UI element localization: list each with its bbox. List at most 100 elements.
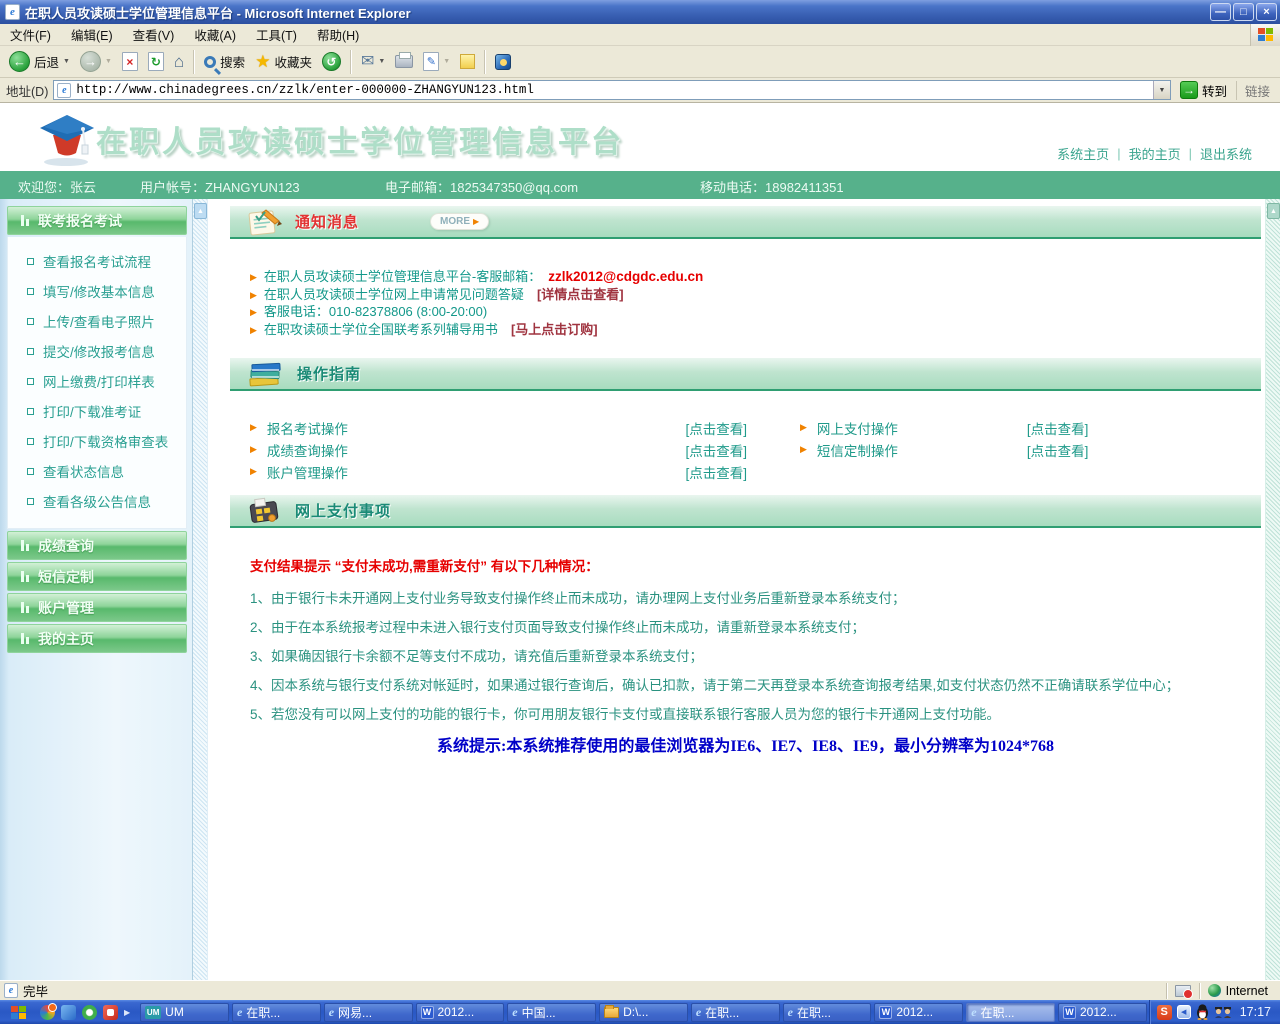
stop-button[interactable]: × — [117, 48, 143, 76]
sidebar-collapse-strip[interactable]: ▲ — [193, 199, 208, 980]
sidebar-item-pay-print[interactable]: 网上缴费/打印样表 — [8, 366, 186, 396]
sidebar-item-exam-process[interactable]: 查看报名考试流程 — [8, 246, 186, 276]
qq-penguin-icon[interactable] — [1196, 1004, 1209, 1020]
address-dropdown-button[interactable]: ▼ — [1153, 81, 1170, 99]
task-word-1[interactable]: W2012... — [416, 1003, 505, 1022]
sidebar-item-label: 打印/下载资格审查表 — [43, 431, 168, 451]
menu-favorites[interactable]: 收藏(A) — [184, 25, 246, 44]
menu-view[interactable]: 查看(V) — [123, 25, 185, 44]
task-ie-4[interactable]: e在职... — [691, 1003, 780, 1022]
discuss-button[interactable] — [455, 48, 480, 76]
square-bullet-icon — [27, 348, 34, 355]
nav-system-home[interactable]: 系统主页 — [1057, 144, 1109, 163]
messenger-button[interactable] — [490, 48, 516, 76]
menu-file[interactable]: 文件(F) — [0, 25, 61, 44]
ie-glyph: e — [9, 985, 13, 996]
ie-icon: e — [788, 1005, 793, 1020]
task-ie-3[interactable]: e中国... — [507, 1003, 596, 1022]
sidebar-section-account[interactable]: 账户管理 — [7, 593, 187, 622]
collapse-right-button[interactable]: ▲ — [1267, 203, 1280, 219]
guide-view-link[interactable]: [点击查看] — [685, 462, 775, 482]
address-input[interactable]: e http://www.chinadegrees.cn/zzlk/enter-… — [53, 80, 1171, 100]
guide-view-link[interactable]: [点击查看] — [685, 418, 775, 438]
browser-swirl-icon[interactable] — [40, 1005, 55, 1020]
ie-icon: e — [512, 1005, 517, 1020]
history-button[interactable]: ↺ — [317, 48, 346, 76]
sidebar-item-admission-ticket[interactable]: 打印/下载准考证 — [8, 396, 186, 426]
ie-window: e 在职人员攻读硕士学位管理信息平台 - Microsoft Internet … — [0, 0, 1280, 1024]
task-folder[interactable]: D:\... — [599, 1003, 688, 1022]
word-icon: W — [1063, 1006, 1076, 1019]
nav-my-home[interactable]: 我的主页 — [1129, 144, 1181, 163]
task-word-3[interactable]: W2012... — [1058, 1003, 1147, 1022]
go-button[interactable]: → 转到 — [1176, 81, 1231, 100]
forward-button[interactable]: → ▼ — [75, 48, 117, 76]
quick-expand-icon[interactable]: ▶ — [124, 1008, 130, 1017]
sidebar-section-scores[interactable]: 成绩查询 — [7, 531, 187, 560]
back-caret-icon[interactable]: ▼ — [63, 58, 70, 65]
sidebar-section-label: 短信定制 — [38, 567, 94, 587]
guide-view-link[interactable]: [点击查看] — [685, 440, 775, 460]
print-button[interactable] — [390, 48, 418, 76]
nav-logout[interactable]: 退出系统 — [1200, 144, 1252, 163]
section-bars-icon — [21, 540, 29, 551]
close-button[interactable]: × — [1256, 3, 1277, 21]
graduates-icon[interactable] — [1214, 1005, 1232, 1020]
sidebar-section-my-home[interactable]: 我的主页 — [7, 624, 187, 653]
media-player-icon[interactable] — [103, 1005, 118, 1020]
user-info-bar: 欢迎您：张云 用户帐号：ZHANGYUN123 电子邮箱：1825347350@… — [0, 171, 1280, 199]
menu-edit[interactable]: 编辑(E) — [61, 25, 123, 44]
sidebar-item-apply-info[interactable]: 提交/修改报考信息 — [8, 336, 186, 366]
sidebar-item-qualification-form[interactable]: 打印/下载资格审查表 — [8, 426, 186, 456]
back-button[interactable]: ← 后退 ▼ — [4, 48, 75, 76]
task-ie-active[interactable]: e在职... — [966, 1003, 1055, 1022]
content-collapse-strip[interactable]: ▲ — [1265, 199, 1280, 980]
sidebar-item-photo[interactable]: 上传/查看电子照片 — [8, 306, 186, 336]
quick-launch: ▶ — [36, 1005, 138, 1020]
task-um[interactable]: UMUM — [140, 1003, 229, 1022]
sidebar-item-label: 提交/修改报考信息 — [43, 341, 155, 361]
triangle-bullet-icon: ▶ — [250, 269, 257, 286]
favorites-button[interactable]: ★ 收藏夹 — [250, 48, 317, 76]
task-word-2[interactable]: W2012... — [874, 1003, 963, 1022]
ie-quick-icon[interactable] — [61, 1005, 76, 1020]
guide-view-link[interactable]: [点击查看] — [1027, 418, 1089, 438]
links-label[interactable]: 链接 — [1236, 81, 1276, 100]
books-icon — [246, 360, 284, 388]
restore-button[interactable]: □ — [1233, 3, 1254, 21]
green-ring-icon[interactable] — [82, 1005, 97, 1020]
sidebar-item-status-info[interactable]: 查看状态信息 — [8, 456, 186, 486]
menu-tools[interactable]: 工具(T) — [246, 25, 307, 44]
menu-help[interactable]: 帮助(H) — [307, 25, 369, 44]
edit-glyph: ✎ — [427, 55, 436, 68]
square-bullet-icon — [27, 438, 34, 445]
messenger-icon — [495, 54, 511, 70]
book-order-link[interactable]: [马上点击订购] — [511, 322, 598, 339]
refresh-button[interactable]: ↻ — [143, 48, 169, 76]
sogou-input-icon[interactable]: S — [1157, 1005, 1172, 1020]
task-ie-2[interactable]: e网易... — [324, 1003, 413, 1022]
mail-button[interactable]: ✉ ▼ — [356, 48, 390, 76]
history-icon: ↺ — [322, 52, 341, 71]
search-button[interactable]: 搜索 — [199, 48, 250, 76]
flag-cell — [11, 1006, 18, 1012]
faq-detail-link[interactable]: [详情点击查看] — [537, 287, 624, 304]
sidebar-item-announcements[interactable]: 查看各级公告信息 — [8, 486, 186, 516]
tray-chevron-icon[interactable]: ◀ — [1177, 1005, 1191, 1019]
more-button[interactable]: MORE ▶ — [430, 213, 489, 230]
edit-button[interactable]: ✎ ▼ — [418, 48, 455, 76]
triangle-bullet-icon: ▶ — [250, 287, 257, 304]
mail-caret-icon[interactable]: ▼ — [378, 58, 385, 65]
flag-cell — [19, 1006, 26, 1012]
email-text: 电子邮箱：1825347350@qq.com — [385, 177, 578, 196]
task-ie-1[interactable]: e在职... — [232, 1003, 321, 1022]
sidebar-section-exam[interactable]: 联考报名考试 — [7, 206, 187, 235]
task-ie-5[interactable]: e在职... — [783, 1003, 872, 1022]
minimize-button[interactable]: — — [1210, 3, 1231, 21]
sidebar-section-sms[interactable]: 短信定制 — [7, 562, 187, 591]
guide-view-link[interactable]: [点击查看] — [1027, 440, 1089, 460]
collapse-left-button[interactable]: ▲ — [194, 203, 207, 219]
start-button[interactable] — [0, 1000, 36, 1024]
sidebar-item-basic-info[interactable]: 填写/修改基本信息 — [8, 276, 186, 306]
home-button[interactable]: ⌂ — [169, 48, 189, 76]
